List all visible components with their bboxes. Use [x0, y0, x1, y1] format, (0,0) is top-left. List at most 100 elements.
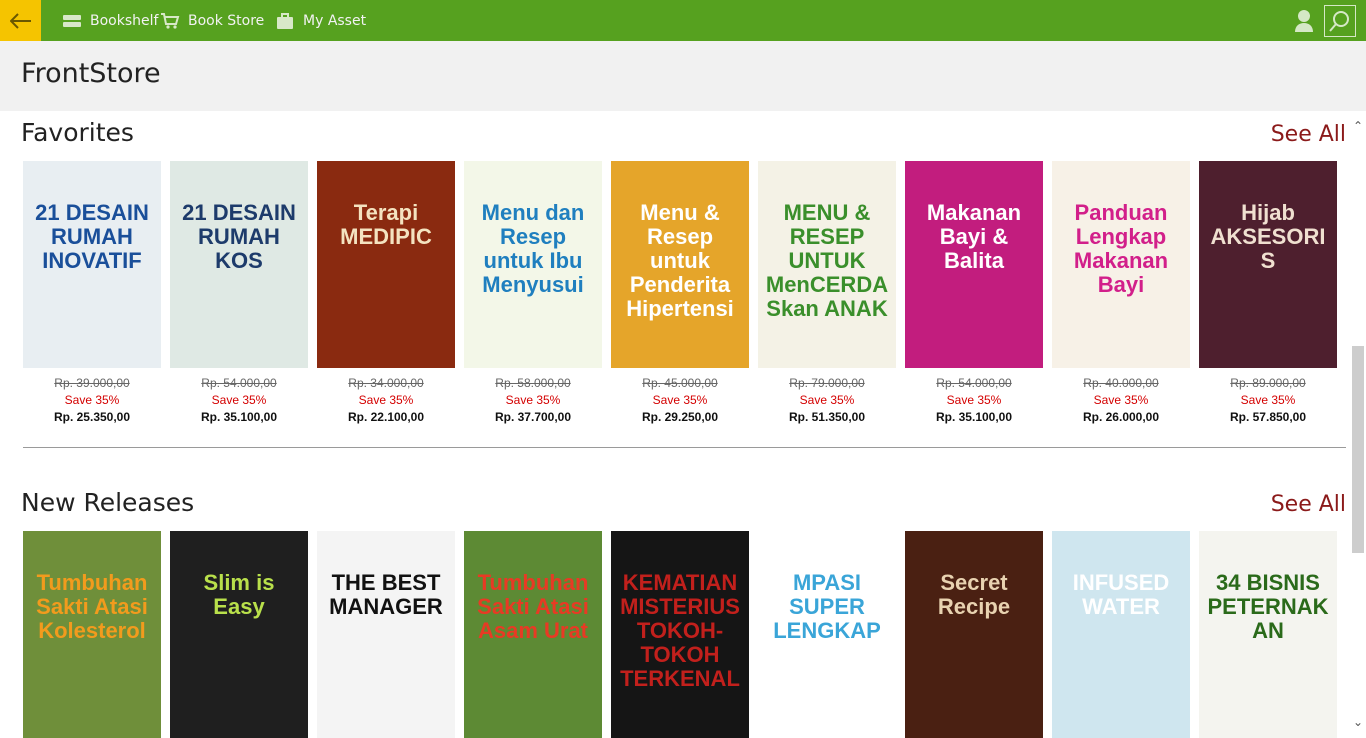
- book-cover-title: MENU & RESEP UNTUK MenCERDASkan ANAK: [765, 200, 889, 321]
- book-cover-image[interactable]: Slim is Easy: [170, 531, 308, 738]
- book-card[interactable]: Tumbuhan Sakti Atasi Asam Urat: [464, 531, 602, 738]
- book-original-price: Rp. 45.000,00: [642, 376, 718, 390]
- book-cover-image[interactable]: Tumbuhan Sakti Atasi Kolesterol: [23, 531, 161, 738]
- page-title: FrontStore: [21, 58, 161, 89]
- book-original-price: Rp. 79.000,00: [789, 376, 865, 390]
- page-header: [0, 41, 1366, 111]
- search-icon: [1329, 11, 1349, 32]
- book-cover-title: Makanan Bayi & Balita: [926, 200, 1022, 273]
- book-cover-image[interactable]: Terapi MEDIPIC: [317, 161, 455, 368]
- book-original-price: Rp. 54.000,00: [201, 376, 277, 390]
- book-cover-image[interactable]: Hijab AKSESORIS: [1199, 161, 1337, 368]
- favorites-section-title: Favorites: [21, 118, 134, 147]
- book-card[interactable]: Menu & Resep untuk Penderita Hipertensi R…: [611, 161, 749, 424]
- book-original-price: Rp. 54.000,00: [936, 376, 1012, 390]
- book-card[interactable]: Terapi MEDIPIC Rp. 34.000,00 Save 35% Rp. 2…: [317, 161, 455, 424]
- book-cover-image[interactable]: Menu dan Resep untuk Ibu Menyusui: [464, 161, 602, 368]
- book-discount: Save 35%: [211, 393, 267, 407]
- book-cover-title: Secret Recipe: [937, 570, 1011, 619]
- book-discount: Save 35%: [799, 393, 855, 407]
- book-card[interactable]: Hijab AKSESORIS Rp. 89.000,00 Save 35% Rp. …: [1199, 161, 1337, 424]
- book-card[interactable]: Secret Recipe: [905, 531, 1043, 738]
- book-price: Rp. 35.100,00: [935, 410, 1013, 424]
- book-cover-image[interactable]: KEMATIAN MISTERIUS TOKOH-TOKOH TERKENAL: [611, 531, 749, 738]
- search-button[interactable]: [1324, 5, 1356, 37]
- book-discount: Save 35%: [358, 393, 414, 407]
- book-price: Rp. 35.100,00: [200, 410, 278, 424]
- book-original-price: Rp. 40.000,00: [1083, 376, 1159, 390]
- book-cover-title: Menu dan Resep untuk Ibu Menyusui: [481, 200, 585, 297]
- new-releases-see-all-link[interactable]: See All: [1271, 492, 1346, 517]
- nav-my-asset[interactable]: My Asset: [275, 0, 366, 41]
- new-releases-section-title: New Releases: [21, 488, 195, 517]
- book-cover-image[interactable]: THE BEST MANAGER: [317, 531, 455, 738]
- book-cover-image[interactable]: MENU & RESEP UNTUK MenCERDASkan ANAK: [758, 161, 896, 368]
- scrollbar-thumb[interactable]: [1352, 346, 1364, 553]
- book-card[interactable]: MENU & RESEP UNTUK MenCERDASkan ANAK Rp. …: [758, 161, 896, 424]
- book-cover-title: Panduan Lengkap Makanan Bayi: [1073, 200, 1169, 297]
- book-card[interactable]: Tumbuhan Sakti Atasi Kolesterol: [23, 531, 161, 738]
- book-cover-image[interactable]: Panduan Lengkap Makanan Bayi: [1052, 161, 1190, 368]
- book-price: Rp. 25.350,00: [53, 410, 131, 424]
- book-cover-title: Terapi MEDIPIC: [340, 200, 432, 249]
- book-original-price: Rp. 58.000,00: [495, 376, 571, 390]
- arrow-left-icon: [9, 12, 31, 29]
- bookshelf-icon: [63, 14, 81, 27]
- nav-book-store[interactable]: Book Store: [160, 0, 264, 41]
- book-card[interactable]: MPASI SUPER LENGKAP: [758, 531, 896, 738]
- user-account-button[interactable]: [1293, 9, 1315, 33]
- book-card[interactable]: KEMATIAN MISTERIUS TOKOH-TOKOH TERKENAL: [611, 531, 749, 738]
- book-price: Rp. 37.700,00: [494, 410, 572, 424]
- nav-book-store-label: Book Store: [188, 12, 265, 29]
- book-card[interactable]: Slim is Easy: [170, 531, 308, 738]
- book-discount: Save 35%: [64, 393, 120, 407]
- book-cover-image[interactable]: Menu & Resep untuk Penderita Hipertensi: [611, 161, 749, 368]
- book-cover-title: Menu & Resep untuk Penderita Hipertensi: [626, 200, 734, 321]
- nav-bookshelf-label: Bookshelf: [90, 12, 159, 29]
- book-cover-title: Hijab AKSESORIS: [1210, 200, 1326, 273]
- book-card[interactable]: 21 DESAIN RUMAH KOS Rp. 54.000,00 Save 35%…: [170, 161, 308, 424]
- book-price: Rp. 57.850,00: [1229, 410, 1307, 424]
- book-cover-title: 21 DESAIN RUMAH INOVATIF: [35, 200, 149, 273]
- book-price: Rp. 51.350,00: [788, 410, 866, 424]
- book-card[interactable]: 34 BISNIS PETERNAKAN: [1199, 531, 1337, 738]
- cart-icon: [161, 12, 180, 29]
- book-card[interactable]: Panduan Lengkap Makanan Bayi Rp. 40.000,0…: [1052, 161, 1190, 424]
- book-discount: Save 35%: [505, 393, 561, 407]
- favorites-see-all-link[interactable]: See All: [1271, 122, 1346, 147]
- book-discount: Save 35%: [1240, 393, 1296, 407]
- book-cover-title: THE BEST MANAGER: [329, 570, 443, 619]
- book-cover-title: Tumbuhan Sakti Atasi Asam Urat: [477, 570, 589, 643]
- book-card[interactable]: THE BEST MANAGER: [317, 531, 455, 738]
- back-button[interactable]: [0, 0, 41, 41]
- book-cover-image[interactable]: Makanan Bayi & Balita: [905, 161, 1043, 368]
- book-card[interactable]: Menu dan Resep untuk Ibu Menyusui Rp. 58.…: [464, 161, 602, 424]
- top-app-bar: Bookshelf Book Store My Asset: [0, 0, 1366, 41]
- scroll-up-icon[interactable]: ⌃: [1352, 120, 1364, 134]
- book-cover-image[interactable]: 21 DESAIN RUMAH INOVATIF: [23, 161, 161, 368]
- book-cover-title: INFUSED WATER: [1072, 570, 1170, 619]
- book-card[interactable]: INFUSED WATER: [1052, 531, 1190, 738]
- book-cover-title: 21 DESAIN RUMAH KOS: [182, 200, 296, 273]
- nav-bookshelf[interactable]: Bookshelf: [62, 0, 158, 41]
- section-divider: [23, 447, 1346, 448]
- book-card[interactable]: 21 DESAIN RUMAH INOVATIF Rp. 39.000,00 Sav…: [23, 161, 161, 424]
- book-card[interactable]: Makanan Bayi & Balita Rp. 54.000,00 Save 3…: [905, 161, 1043, 424]
- book-cover-image[interactable]: 21 DESAIN RUMAH KOS: [170, 161, 308, 368]
- user-icon: [1295, 10, 1313, 32]
- book-cover-image[interactable]: Secret Recipe: [905, 531, 1043, 738]
- book-cover-title: KEMATIAN MISTERIUS TOKOH-TOKOH TERKENAL: [620, 570, 740, 691]
- book-cover-image[interactable]: Tumbuhan Sakti Atasi Asam Urat: [464, 531, 602, 738]
- asset-bag-icon: [277, 12, 293, 29]
- book-cover-image[interactable]: MPASI SUPER LENGKAP: [758, 531, 896, 738]
- book-price: Rp. 22.100,00: [347, 410, 425, 424]
- book-discount: Save 35%: [1093, 393, 1149, 407]
- book-discount: Save 35%: [652, 393, 708, 407]
- book-cover-image[interactable]: 34 BISNIS PETERNAKAN: [1199, 531, 1337, 738]
- book-cover-image[interactable]: INFUSED WATER: [1052, 531, 1190, 738]
- book-original-price: Rp. 34.000,00: [348, 376, 424, 390]
- scroll-down-icon[interactable]: ⌄: [1352, 716, 1364, 730]
- book-original-price: Rp. 39.000,00: [54, 376, 130, 390]
- book-cover-title: 34 BISNIS PETERNAKAN: [1207, 570, 1329, 643]
- book-discount: Save 35%: [946, 393, 1002, 407]
